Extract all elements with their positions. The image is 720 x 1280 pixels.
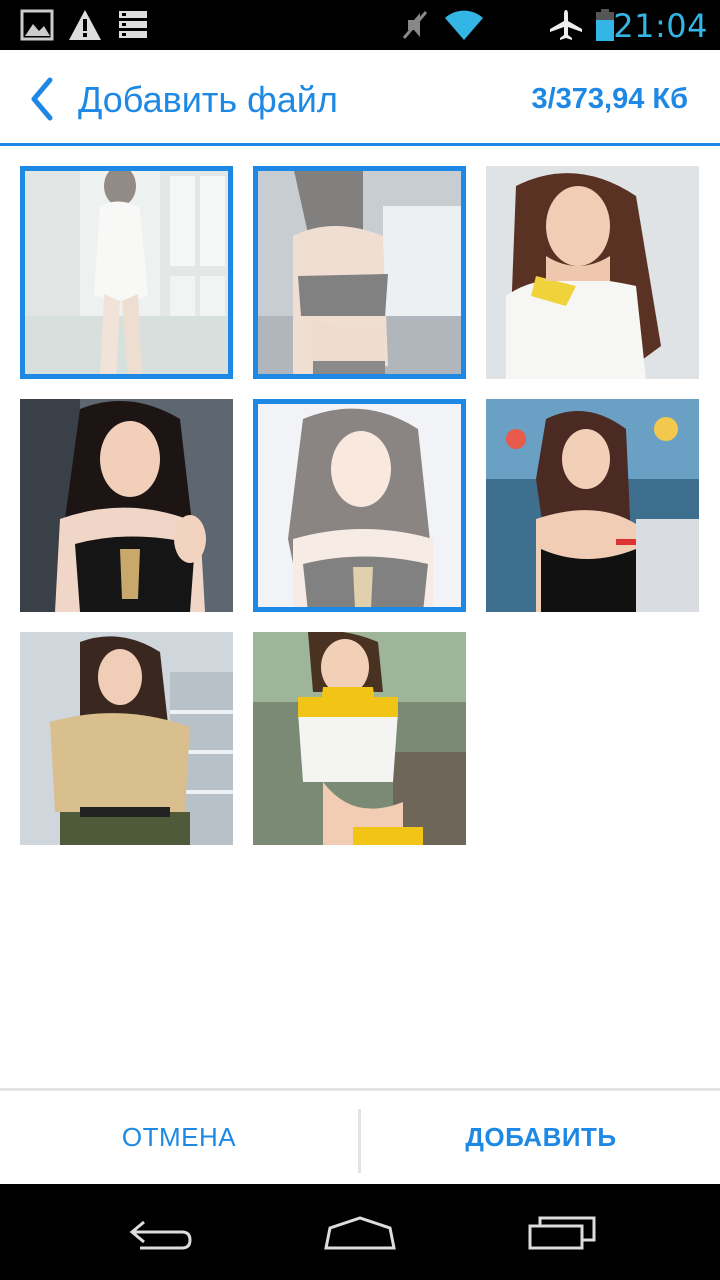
- photo-image: [253, 632, 466, 845]
- photo-thumbnail[interactable]: [20, 632, 233, 845]
- photo-image: [486, 166, 699, 379]
- photo-thumbnail[interactable]: [253, 399, 466, 612]
- page-title: Добавить файл: [78, 79, 338, 120]
- photo-thumbnail[interactable]: [253, 632, 466, 845]
- warning-icon: [69, 10, 101, 40]
- recents-icon[interactable]: [522, 1212, 602, 1252]
- navigation-bar: [0, 1184, 720, 1280]
- photo-image: [253, 166, 466, 379]
- selection-size-counter: 3/373,94 Кб: [531, 83, 688, 115]
- status-bar: 21:04: [0, 0, 720, 50]
- home-icon[interactable]: [320, 1212, 400, 1252]
- photo-image: [20, 399, 233, 612]
- mute-icon: [402, 11, 428, 39]
- photo-thumbnail[interactable]: [20, 399, 233, 612]
- sim-list-icon: [119, 11, 147, 38]
- back-chevron-icon[interactable]: [22, 76, 62, 122]
- button-divider: [358, 1109, 361, 1173]
- photo-image: [20, 632, 233, 845]
- wifi-icon: [445, 10, 483, 40]
- photo-image: [253, 399, 466, 612]
- photo-image: [486, 399, 699, 612]
- airplane-icon: [550, 10, 582, 40]
- status-time: 21:04: [613, 7, 708, 45]
- action-bar: ОТМЕНА ДОБАВИТЬ: [0, 1088, 720, 1184]
- app-header: Добавить файл 3/373,94 Кб: [0, 50, 720, 146]
- photo-thumbnail[interactable]: [486, 166, 699, 379]
- photo-thumbnail[interactable]: [486, 399, 699, 612]
- photo-thumbnail[interactable]: [253, 166, 466, 379]
- add-button[interactable]: ДОБАВИТЬ: [362, 1091, 720, 1184]
- photo-thumbnail[interactable]: [20, 166, 233, 379]
- photo-image: [20, 166, 233, 379]
- image-icon: [20, 9, 54, 41]
- back-icon[interactable]: [120, 1212, 200, 1252]
- cancel-button[interactable]: ОТМЕНА: [0, 1091, 358, 1184]
